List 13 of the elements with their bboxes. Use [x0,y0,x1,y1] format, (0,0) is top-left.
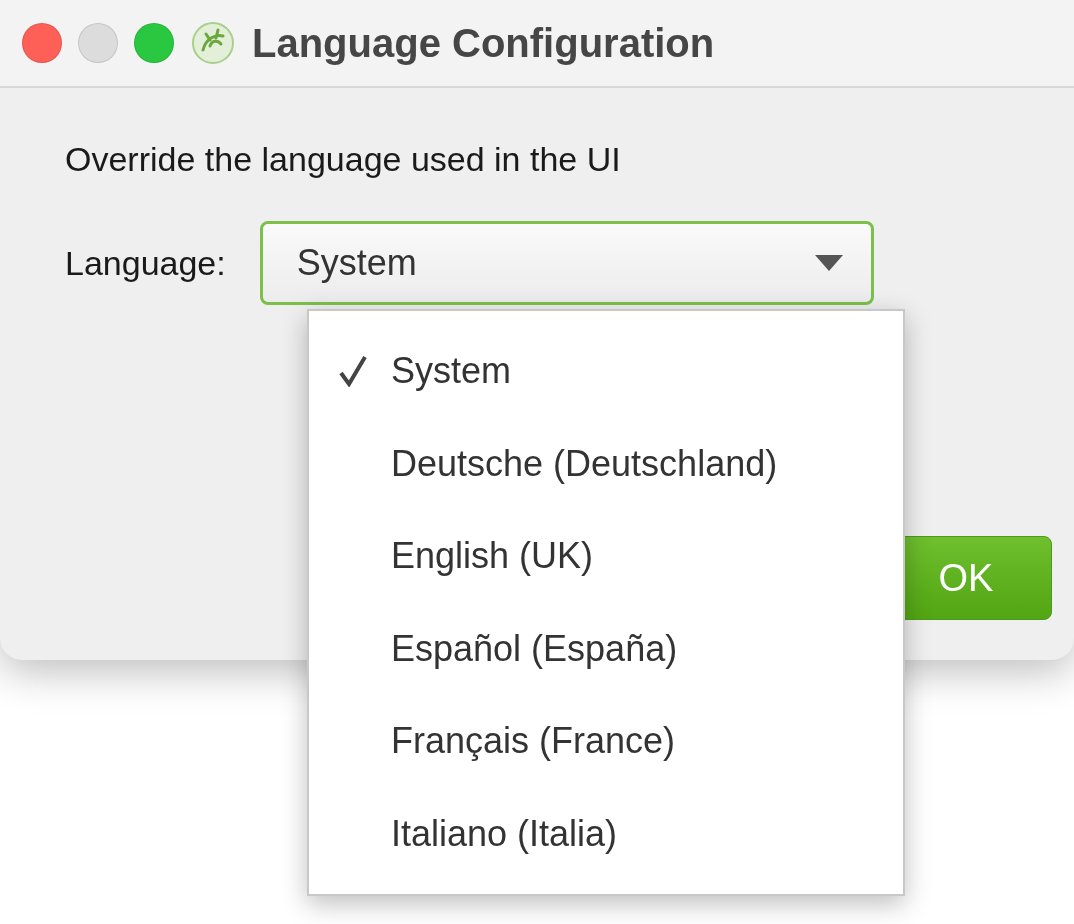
minimize-button[interactable] [78,23,118,63]
language-dropdown[interactable]: System [259,221,874,305]
window-title: Language Configuration [252,20,715,66]
menu-item[interactable]: Deutsche (Deutschland) [309,417,903,510]
menu-item[interactable]: Français (France) [309,695,903,788]
language-label: Language: [65,243,226,283]
description-text: Override the language used in the UI [65,140,622,179]
menu-item[interactable]: System [309,325,903,418]
close-button[interactable] [22,23,62,63]
caret-icon [814,255,843,271]
app-logo-icon [190,20,236,66]
menu-item[interactable]: Italiano (Italia) [309,787,903,880]
zoom-button[interactable] [134,23,174,63]
